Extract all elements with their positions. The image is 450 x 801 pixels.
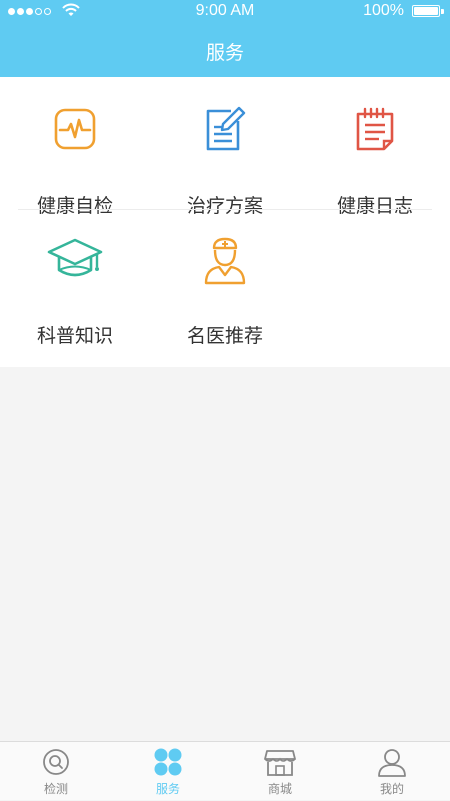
grid-divider — [18, 209, 432, 210]
notepad-icon — [356, 107, 394, 151]
tab-label: 我的 — [379, 782, 404, 796]
battery-tip — [441, 9, 444, 14]
detect-icon — [43, 749, 69, 775]
service-label: 健康自检 — [36, 195, 113, 217]
service-science-knowledge[interactable]: 科普知识 — [0, 235, 150, 347]
tab-service[interactable]: 服务 — [112, 742, 224, 801]
services-grid: 健康自检 治疗方案 健康日志 科普知识 名医推荐 — [0, 77, 450, 367]
header-bar: 9:00 AM 100% 服务 — [0, 0, 450, 77]
page-title: 服务 — [205, 42, 244, 64]
service-treatment-plan[interactable]: 治疗方案 — [150, 105, 300, 217]
battery-percent: 100% — [363, 2, 404, 19]
tab-label: 商城 — [267, 782, 292, 796]
graduation-cap-icon — [47, 238, 103, 277]
service-label: 治疗方案 — [186, 195, 263, 217]
tab-label: 服务 — [155, 782, 180, 796]
shop-icon — [264, 750, 296, 776]
service-health-log[interactable]: 健康日志 — [300, 105, 450, 217]
doctor-icon — [204, 237, 246, 285]
user-icon — [378, 749, 406, 777]
service-famous-doctors[interactable]: 名医推荐 — [150, 235, 300, 347]
tab-mine[interactable]: 我的 — [336, 742, 448, 801]
bottom-tab-bar: 检测 服务 商城 我的 — [0, 741, 450, 800]
grid-icon — [154, 748, 182, 776]
service-label: 名医推荐 — [186, 325, 263, 347]
tab-shop[interactable]: 商城 — [224, 742, 336, 801]
document-pen-icon — [206, 106, 246, 151]
status-bar: 9:00 AM 100% — [0, 0, 450, 24]
service-label: 科普知识 — [36, 325, 113, 347]
service-label: 健康日志 — [336, 195, 413, 217]
heartbeat-monitor-icon — [54, 108, 96, 150]
service-health-selfcheck[interactable]: 健康自检 — [0, 105, 150, 217]
battery-icon — [412, 5, 440, 17]
tab-label: 检测 — [43, 782, 68, 796]
tab-detect[interactable]: 检测 — [0, 742, 112, 801]
